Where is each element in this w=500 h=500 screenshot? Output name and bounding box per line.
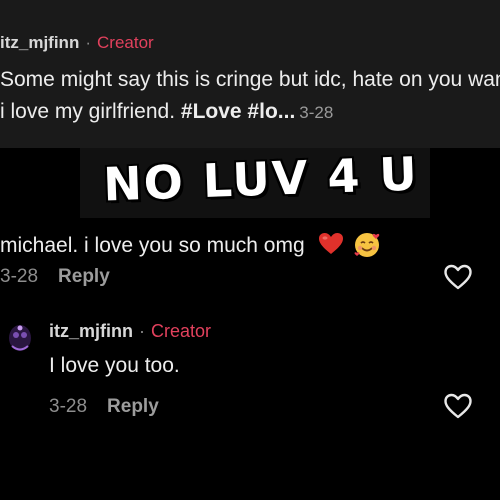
comment-text-line: michael. i love you so much omg <box>0 229 382 259</box>
heart-outline-icon[interactable] <box>443 392 473 420</box>
reply-text: I love you too. <box>49 354 180 377</box>
caption-panel: itz_mjfinn · Creator Some might say this i… <box>0 0 500 148</box>
comment-text: michael. i love you so much omg <box>0 234 305 257</box>
post-caption: Some might say this is cringe but idc, h… <box>0 64 500 129</box>
avatar[interactable] <box>4 318 36 358</box>
overlay-title: NO LUV 4 U <box>102 146 420 212</box>
creator-badge: Creator <box>151 321 212 341</box>
caption-hashtags[interactable]: #Love #lo... <box>181 100 295 123</box>
reply-meta: 3-28 Reply <box>49 396 159 418</box>
reply-reply-button[interactable]: Reply <box>107 396 159 417</box>
post-author-line: itz_mjfinn · Creator <box>0 33 154 53</box>
reply-author-line: itz_mjfinn · Creator <box>49 321 211 342</box>
heart-outline-icon[interactable] <box>443 263 473 291</box>
separator-dot: · <box>139 321 145 341</box>
reply-username[interactable]: itz_mjfinn <box>49 321 133 341</box>
separator-dot: · <box>85 33 92 52</box>
caption-date: 3-28 <box>299 103 334 122</box>
comment-reply-button[interactable]: Reply <box>58 266 110 287</box>
red-heart-emoji-icon <box>319 233 344 254</box>
creator-badge: Creator <box>97 33 154 52</box>
reply-date: 3-28 <box>49 396 88 417</box>
post-username[interactable]: itz_mjfinn <box>0 33 79 52</box>
smiling-face-with-hearts-emoji-icon <box>354 233 380 257</box>
comment-meta: 3-28 Reply <box>0 266 110 288</box>
comment-date: 3-28 <box>0 266 39 287</box>
